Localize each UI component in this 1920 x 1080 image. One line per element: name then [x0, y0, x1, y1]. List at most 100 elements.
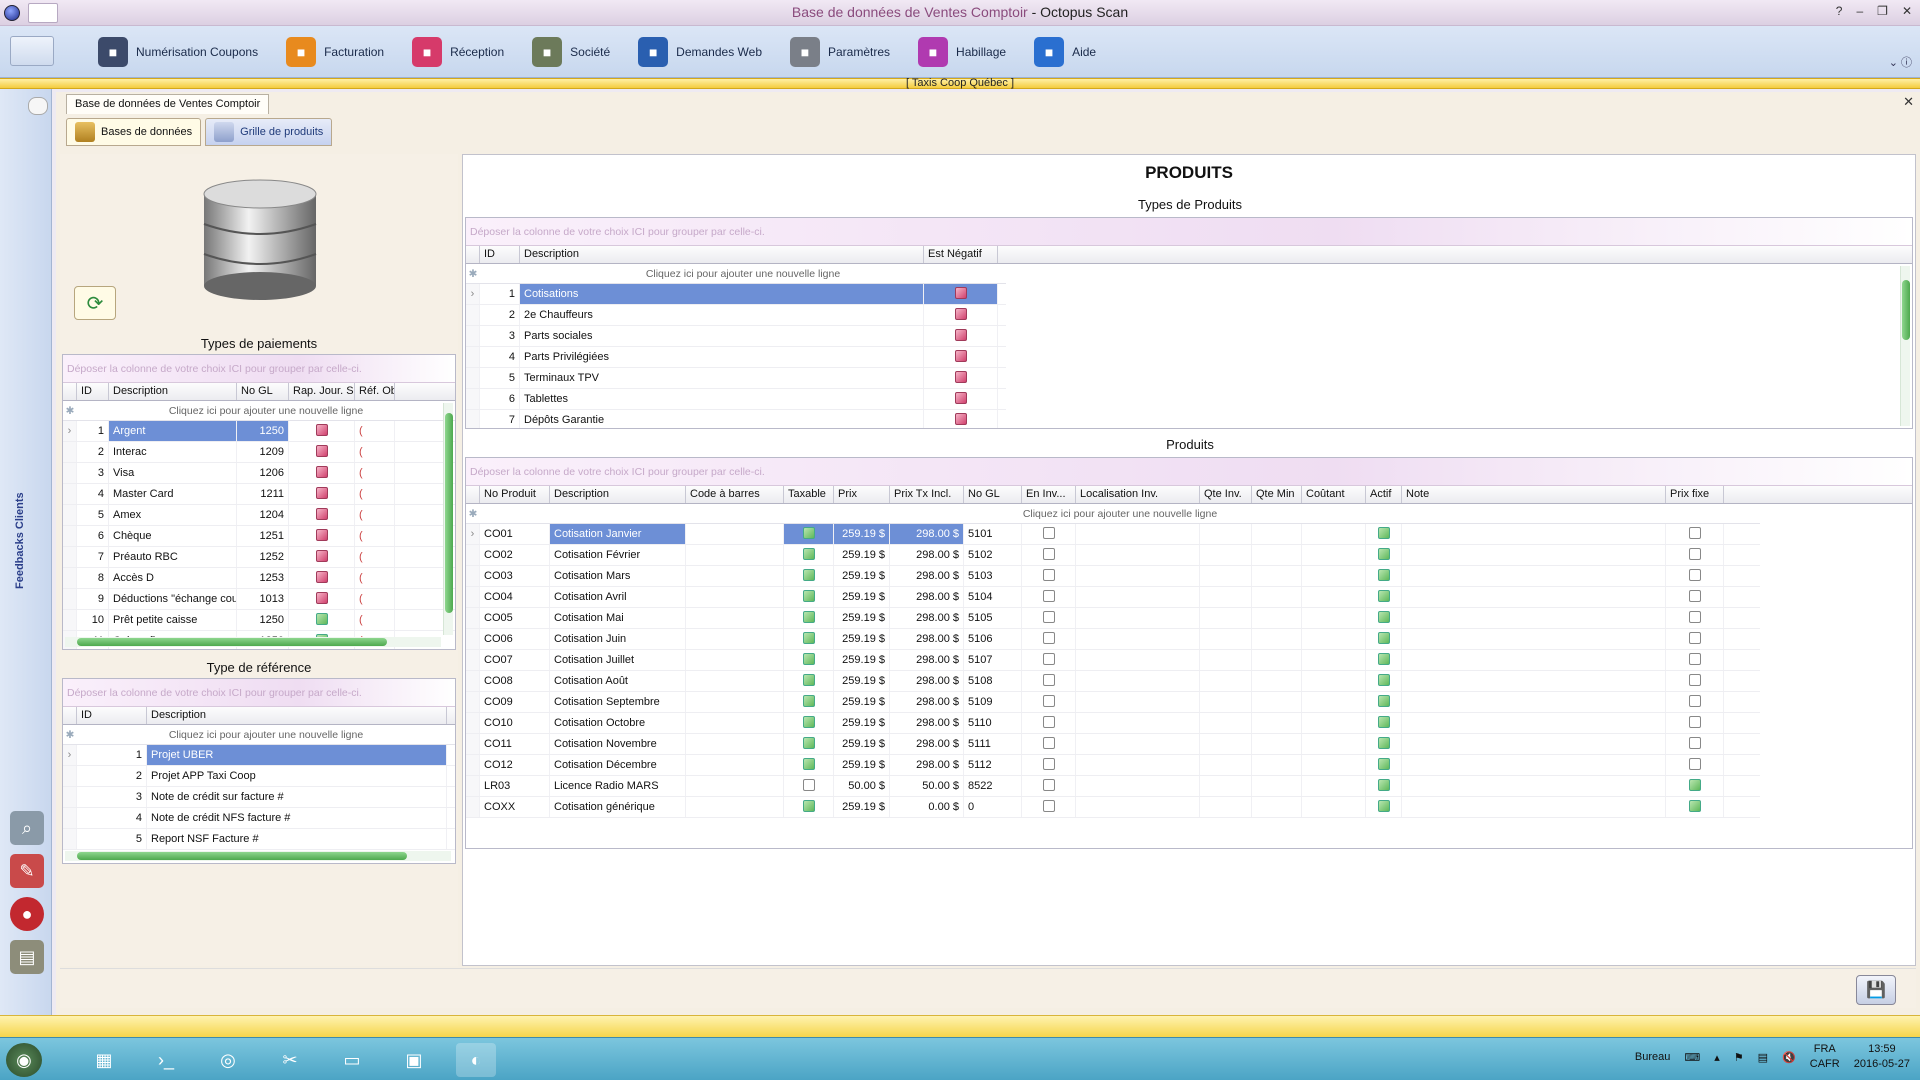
fixed-price-checkbox[interactable]	[1688, 716, 1701, 729]
column-header[interactable]: En Inv...	[1022, 486, 1076, 503]
fixed-price-checkbox[interactable]	[1688, 611, 1701, 624]
taxable-checkbox[interactable]	[802, 548, 815, 561]
ribbon-item-2[interactable]: ■ Réception	[398, 35, 518, 69]
group-drop-area[interactable]: Déposer la colonne de votre choix ICI po…	[63, 355, 455, 383]
in-inventory-checkbox[interactable]	[1042, 716, 1055, 729]
taxable-checkbox[interactable]	[802, 590, 815, 603]
powershell-icon[interactable]: ›_	[146, 1043, 186, 1077]
in-inventory-checkbox[interactable]	[1042, 611, 1055, 624]
rap-jour-checkbox[interactable]	[315, 571, 328, 584]
minimize-icon[interactable]: –	[1856, 4, 1863, 18]
column-header[interactable]: Code à barres	[686, 486, 784, 503]
feedback-clients-tab[interactable]: Feedbacks Clients	[14, 492, 26, 589]
column-header[interactable]: Prix	[834, 486, 890, 503]
taxable-checkbox[interactable]	[802, 653, 815, 666]
active-checkbox[interactable]	[1377, 548, 1390, 561]
active-checkbox[interactable]	[1377, 800, 1390, 813]
is-negative-checkbox[interactable]	[954, 413, 967, 426]
keyboard-icon[interactable]: ⌨	[1684, 1051, 1700, 1064]
column-header[interactable]: Actif	[1366, 486, 1402, 503]
in-inventory-checkbox[interactable]	[1042, 590, 1055, 603]
taxable-checkbox[interactable]	[802, 716, 815, 729]
cloud-icon[interactable]	[28, 97, 48, 115]
taxable-checkbox[interactable]	[802, 632, 815, 645]
is-negative-checkbox[interactable]	[954, 329, 967, 342]
flag-icon[interactable]: ⚑	[1734, 1051, 1744, 1064]
start-icon[interactable]: ◉	[6, 1043, 42, 1077]
horizontal-scrollbar[interactable]	[65, 851, 451, 861]
active-checkbox[interactable]	[1377, 695, 1390, 708]
column-header[interactable]: Qte Inv.	[1200, 486, 1252, 503]
add-row[interactable]: ✱ Cliquez ici pour ajouter une nouvelle l…	[466, 504, 1760, 524]
column-header[interactable]: ID	[77, 707, 147, 724]
folder-icon[interactable]: ▭	[332, 1043, 372, 1077]
table-row[interactable]: › CO01 Cotisation Janvier 259.19 $298.00 $5…	[466, 524, 1760, 545]
table-row[interactable]: CO11 Cotisation Novembre 259.19 $298.00 $5…	[466, 734, 1760, 755]
fixed-price-checkbox[interactable]	[1688, 674, 1701, 687]
fixed-price-checkbox[interactable]	[1688, 569, 1701, 582]
language-indicator[interactable]: FRA CAFR	[1810, 1042, 1840, 1072]
table-row[interactable]: CO05 Cotisation Mai 259.19 $298.00 $5105	[466, 608, 1760, 629]
in-inventory-checkbox[interactable]	[1042, 632, 1055, 645]
active-checkbox[interactable]	[1377, 569, 1390, 582]
maximize-icon[interactable]: ❐	[1877, 4, 1888, 18]
table-row[interactable]: › 1 Cotisations	[466, 284, 1006, 305]
in-inventory-checkbox[interactable]	[1042, 527, 1055, 540]
column-header[interactable]: Note	[1402, 486, 1666, 503]
table-row[interactable]: LR03 Licence Radio MARS 50.00 $50.00 $8522	[466, 776, 1760, 797]
tools-icon[interactable]: ✂	[270, 1043, 310, 1077]
group-drop-area[interactable]: Déposer la colonne de votre choix ICI po…	[63, 679, 455, 707]
table-row[interactable]: CO02 Cotisation Février 259.19 $298.00 $51…	[466, 545, 1760, 566]
table-row[interactable]: CO07 Cotisation Juillet 259.19 $298.00 $51…	[466, 650, 1760, 671]
column-header[interactable]: Réf. Ob	[355, 383, 395, 400]
column-header[interactable]: Description	[520, 246, 924, 263]
table-row[interactable]: 4 Note de crédit NFS facture #	[63, 808, 455, 829]
ribbon-item-0[interactable]: ■ Numérisation Coupons	[84, 35, 272, 69]
column-header[interactable]: No GL	[237, 383, 289, 400]
is-negative-checkbox[interactable]	[954, 392, 967, 405]
horizontal-scrollbar[interactable]	[65, 637, 441, 647]
in-inventory-checkbox[interactable]	[1042, 548, 1055, 561]
table-row[interactable]: 2 Interac 1209 (	[63, 442, 455, 463]
in-inventory-checkbox[interactable]	[1042, 695, 1055, 708]
network-tray-icon[interactable]: ▤	[1758, 1051, 1768, 1064]
octopus-scan-icon[interactable]: ◐	[456, 1043, 496, 1077]
active-checkbox[interactable]	[1377, 632, 1390, 645]
in-inventory-checkbox[interactable]	[1042, 737, 1055, 750]
table-row[interactable]: 3 Visa 1206 (	[63, 463, 455, 484]
column-header[interactable]: ID	[480, 246, 520, 263]
active-checkbox[interactable]	[1377, 758, 1390, 771]
ribbon-item-6[interactable]: ■ Habillage	[904, 35, 1020, 69]
rap-jour-checkbox[interactable]	[315, 424, 328, 437]
fixed-price-checkbox[interactable]	[1688, 548, 1701, 561]
rap-jour-checkbox[interactable]	[315, 508, 328, 521]
add-row[interactable]: ✱ Cliquez ici pour ajouter une nouvelle l…	[63, 401, 455, 421]
table-row[interactable]: › 1 Projet UBER	[63, 745, 455, 766]
taxable-checkbox[interactable]	[802, 527, 815, 540]
rap-jour-checkbox[interactable]	[315, 613, 328, 626]
rap-jour-checkbox[interactable]	[315, 466, 328, 479]
fixed-price-checkbox[interactable]	[1688, 590, 1701, 603]
table-row[interactable]: CO08 Cotisation Août 259.19 $298.00 $5108	[466, 671, 1760, 692]
column-header[interactable]: No GL	[964, 486, 1022, 503]
ribbon-item-1[interactable]: ■ Facturation	[272, 35, 398, 69]
table-row[interactable]: › 1 Argent 1250 (	[63, 421, 455, 442]
table-row[interactable]: CO10 Cotisation Octobre 259.19 $298.00 $51…	[466, 713, 1760, 734]
table-row[interactable]: 6 Chèque 1251 (	[63, 526, 455, 547]
column-header[interactable]: Description	[147, 707, 447, 724]
binoculars-icon[interactable]: ⌕	[10, 811, 44, 845]
group-drop-area[interactable]: Déposer la colonne de votre choix ICI po…	[466, 218, 1912, 246]
document-icon[interactable]: ✎	[10, 854, 44, 888]
report-icon[interactable]: ▤	[10, 940, 44, 974]
fixed-price-checkbox[interactable]	[1688, 632, 1701, 645]
column-header[interactable]: Prix Tx Incl.	[890, 486, 964, 503]
table-row[interactable]: 9Déductions "échange coupon"1013 (	[63, 589, 455, 610]
column-header[interactable]: Qte Min	[1252, 486, 1302, 503]
volume-icon[interactable]: 🔇	[1782, 1051, 1796, 1064]
fixed-price-checkbox[interactable]	[1688, 527, 1701, 540]
refresh-button[interactable]: ⟳	[74, 286, 116, 320]
table-row[interactable]: 3 Note de crédit sur facture #	[63, 787, 455, 808]
ribbon-item-5[interactable]: ■ Paramètres	[776, 35, 904, 69]
table-row[interactable]: 7 Préauto RBC 1252 (	[63, 547, 455, 568]
in-inventory-checkbox[interactable]	[1042, 653, 1055, 666]
